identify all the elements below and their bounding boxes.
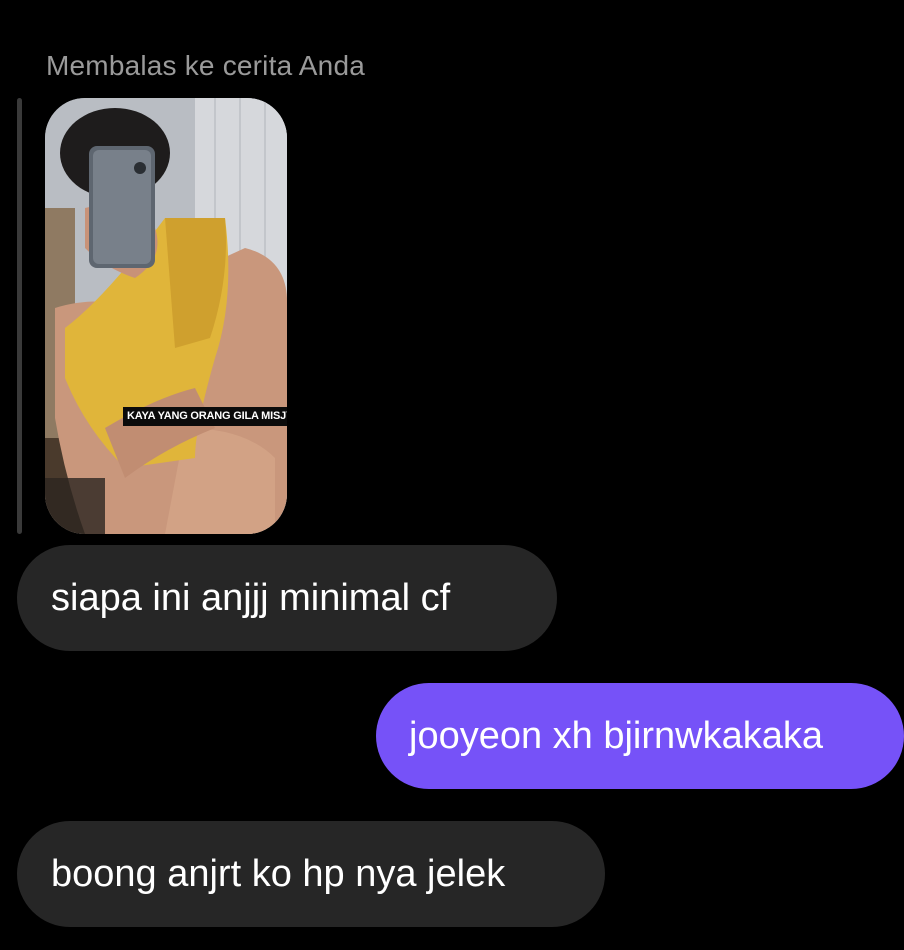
reply-indicator-bar (17, 98, 22, 534)
message-text: siapa ini anjjj minimal cf (51, 577, 451, 619)
story-image (45, 98, 287, 534)
incoming-message-bubble[interactable]: boong anjrt ko hp nya jelek (17, 821, 605, 927)
reply-to-story-label: Membalas ke cerita Anda (46, 50, 365, 81)
message-text: boong anjrt ko hp nya jelek (51, 853, 506, 895)
outgoing-message-bubble[interactable]: jooyeon xh bjirnwkakaka (376, 683, 904, 789)
message-text: jooyeon xh bjirnwkakaka (409, 715, 824, 757)
story-text-overlay: KAYA YANG ORANG GILA MISJYSTE (123, 407, 287, 426)
chat-screen: Membalas ke cerita Anda KAYA YANG ORANG … (0, 0, 904, 950)
incoming-message-bubble[interactable]: siapa ini anjjj minimal cf (17, 545, 557, 651)
story-thumbnail[interactable]: KAYA YANG ORANG GILA MISJYSTE (45, 98, 287, 534)
